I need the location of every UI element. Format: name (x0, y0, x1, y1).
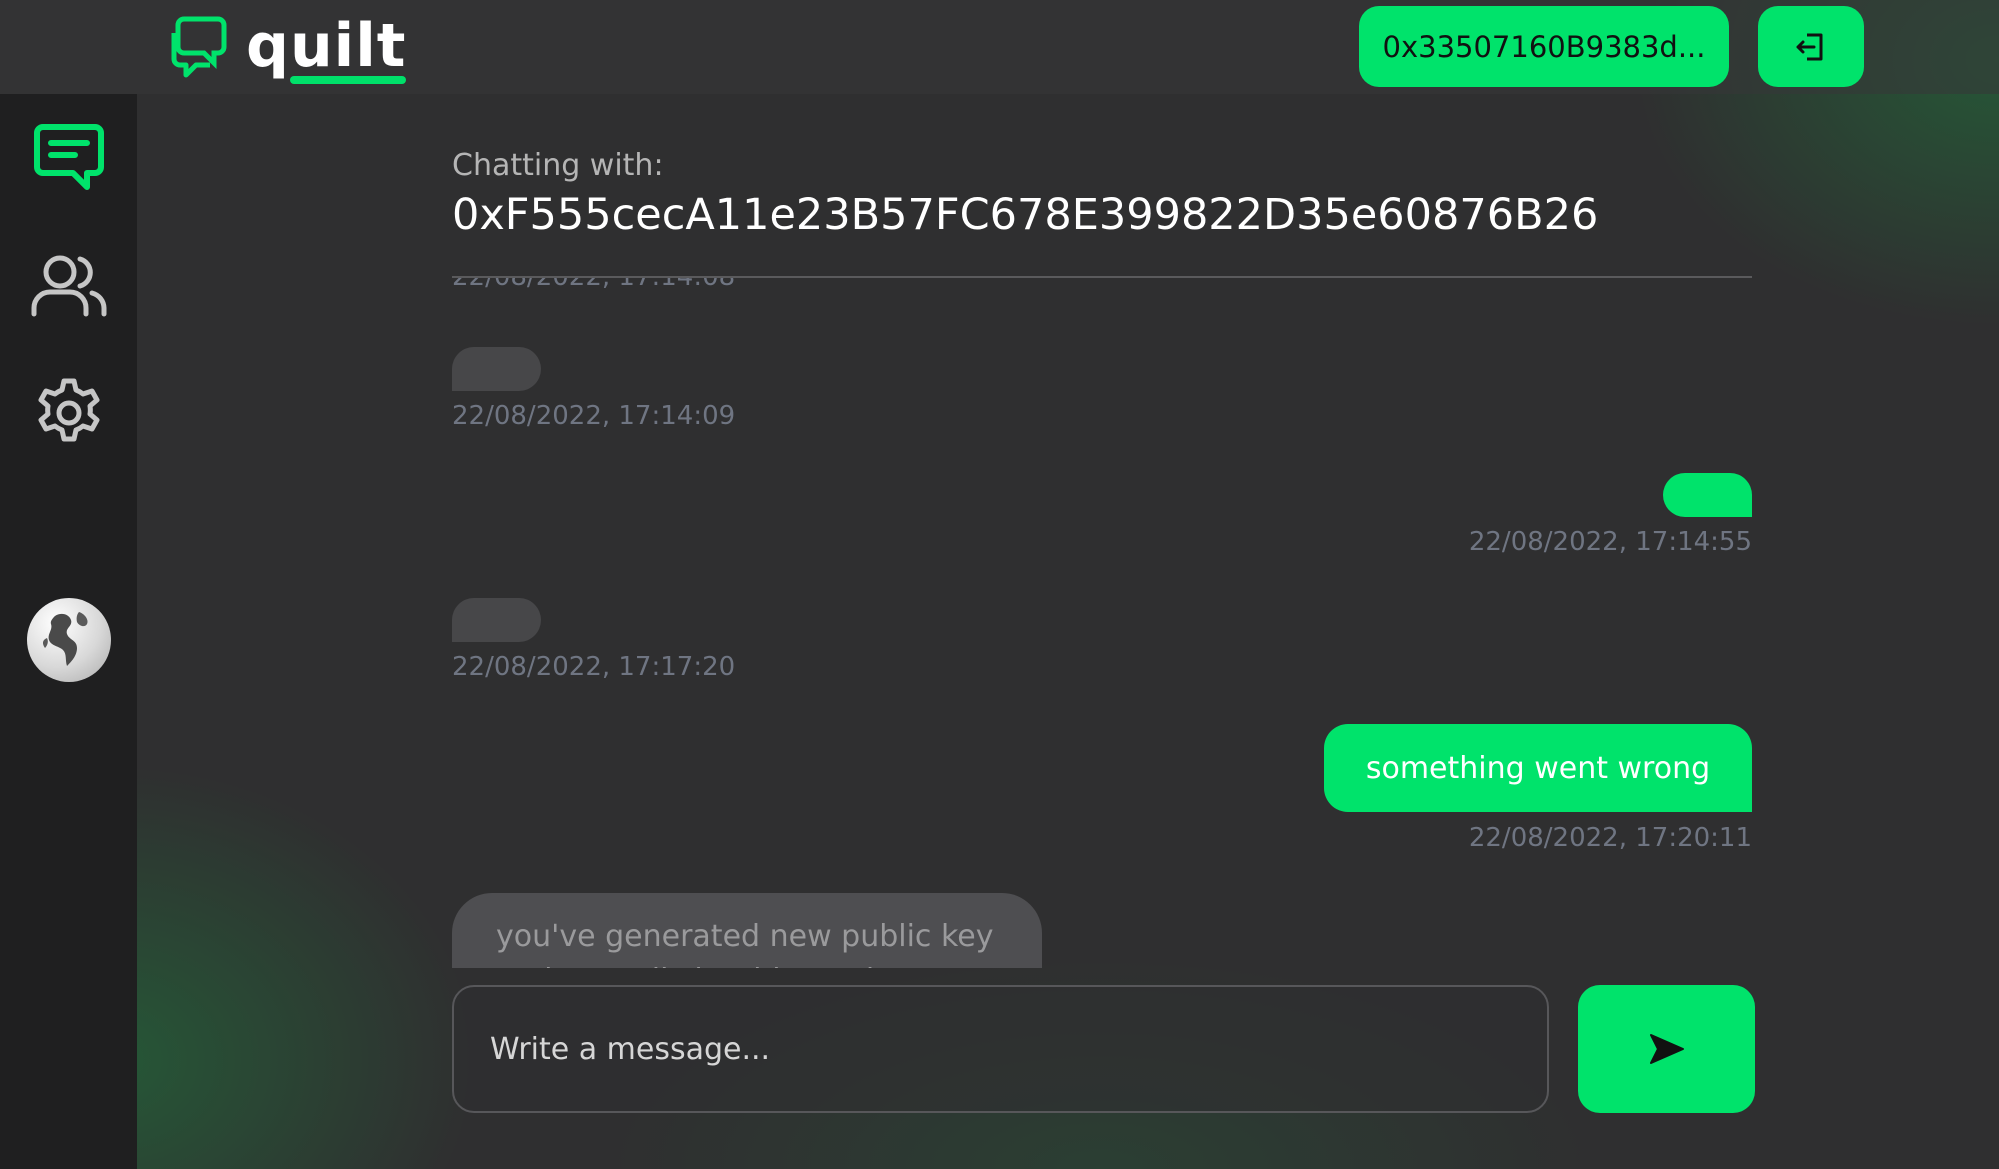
message-timestamp: 22/08/2022, 17:17:20 (452, 652, 736, 682)
message-bubble-outgoing (1663, 473, 1752, 517)
logo-underline (290, 76, 407, 84)
message-text-line: and now all chat history is gone! (496, 959, 998, 968)
app-logo[interactable]: quilt (170, 8, 407, 84)
message-bubble-incoming (452, 598, 541, 642)
message-input[interactable] (490, 1027, 1490, 1071)
message-bubble-incoming (452, 347, 541, 391)
sidebar (0, 94, 137, 1169)
logout-button[interactable] (1758, 6, 1864, 87)
message-bubble-outgoing: something went wrong (1324, 724, 1752, 812)
sidebar-item-settings[interactable] (24, 368, 114, 458)
message-list[interactable]: 22/08/2022, 17:14:08 22/08/2022, 17:14:0… (452, 278, 1752, 968)
message-timestamp: 22/08/2022, 17:14:55 (1468, 527, 1752, 557)
logo-icon (171, 16, 227, 78)
message-composer (452, 985, 1549, 1113)
message-timestamp: 22/08/2022, 17:14:08 (452, 278, 735, 292)
wallet-address-button[interactable]: 0x33507160B9383d... (1359, 6, 1729, 87)
sidebar-item-contacts[interactable] (24, 240, 114, 330)
top-bar: quilt 0x33507160B9383d... (0, 0, 1999, 94)
globe-icon (42, 612, 88, 666)
sidebar-item-network[interactable] (27, 598, 111, 682)
message-timestamp: 22/08/2022, 17:20:11 (1468, 823, 1752, 853)
wallet-address-label: 0x33507160B9383d... (1382, 29, 1706, 64)
send-button[interactable] (1578, 985, 1755, 1113)
logo-wordmark: quilt (246, 16, 407, 84)
message-text: something went wrong (1365, 750, 1711, 786)
message-text-line: you've generated new public key (496, 919, 994, 954)
sidebar-item-chats[interactable] (24, 112, 114, 202)
gear-icon (38, 378, 100, 442)
send-icon (1649, 1034, 1684, 1064)
chatting-with-label: Chatting with: (452, 148, 664, 183)
chat-bubble-icon (34, 124, 104, 190)
logout-icon (1796, 33, 1823, 60)
users-icon (31, 255, 107, 317)
message-timestamp: 22/08/2022, 17:14:09 (452, 401, 736, 431)
message-bubble-incoming: you've generated new public key and now … (452, 893, 1042, 968)
chat-partner-address: 0xF555cecA11e23B57FC678E399822D35e60876B… (452, 190, 1599, 240)
